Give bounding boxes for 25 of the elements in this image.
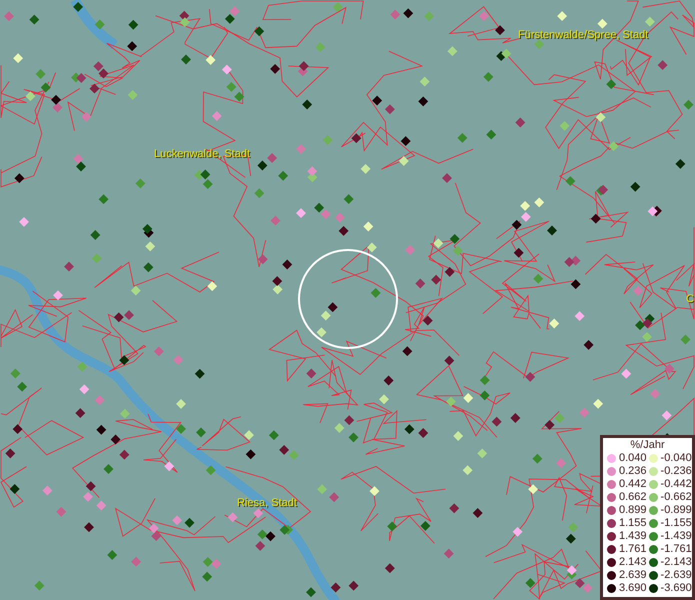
legend-value: -0.899 xyxy=(660,504,692,517)
legend-value: 2.639 xyxy=(619,569,647,582)
legend-value: 0.040 xyxy=(619,452,647,465)
legend-value: -2.639 xyxy=(660,569,692,582)
legend-value: -0.040 xyxy=(660,452,692,465)
lake-drawing xyxy=(70,0,118,50)
legend-value: 0.442 xyxy=(619,478,647,491)
legend-value: -1.439 xyxy=(660,530,692,543)
legend-value: 1.155 xyxy=(619,517,647,530)
legend-value: 3.690 xyxy=(619,582,647,595)
legend-value: 0.899 xyxy=(619,504,647,517)
legend-title: %/Jahr xyxy=(629,439,666,452)
legend-value: -1.155 xyxy=(660,517,692,530)
legend-value: -1.761 xyxy=(660,543,692,556)
legend-value: 0.236 xyxy=(619,465,647,478)
legend-value: -0.442 xyxy=(660,478,692,491)
legend-value: -3.690 xyxy=(660,582,692,595)
legend-value: -0.236 xyxy=(660,465,692,478)
legend-value: 0.662 xyxy=(619,491,647,504)
place-label: Riesa, Stadt xyxy=(237,497,297,510)
legend-value: 2.143 xyxy=(619,556,647,569)
legend-value: 1.761 xyxy=(619,543,647,556)
legend-value: -0.662 xyxy=(660,491,692,504)
legend-value: -2.143 xyxy=(660,556,692,569)
legend-value: 1.439 xyxy=(619,530,647,543)
